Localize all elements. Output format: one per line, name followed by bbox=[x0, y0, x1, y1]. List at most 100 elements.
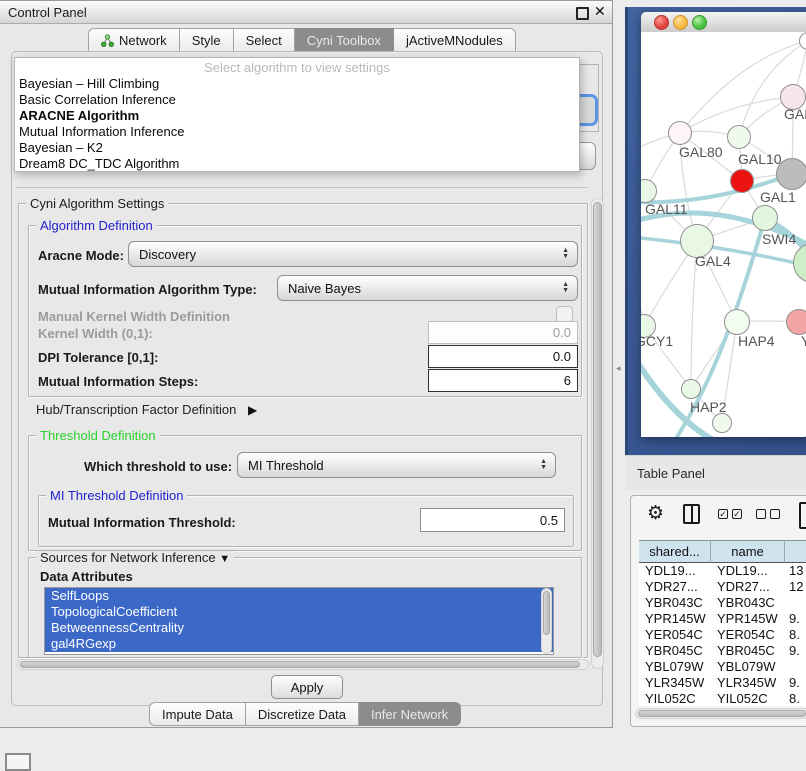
table-row[interactable]: YPR145W YPR145W 9. bbox=[639, 611, 806, 627]
table-row[interactable]: YDR27... YDR27... 12 bbox=[639, 579, 806, 595]
node-swi4[interactable] bbox=[752, 205, 778, 231]
cell-value: 8. bbox=[789, 627, 800, 642]
node-hap4[interactable] bbox=[724, 309, 750, 335]
hub-definition-expander[interactable]: Hub/Transcription Factor Definition ▶ bbox=[36, 402, 257, 417]
cell-name: YBL079W bbox=[717, 659, 776, 674]
node-label: GAL80 bbox=[679, 144, 723, 160]
node-bottom[interactable] bbox=[712, 413, 732, 433]
column-header-cut[interactable] bbox=[785, 540, 806, 563]
node-salmon[interactable] bbox=[786, 309, 806, 335]
tab-cyni-toolbox-label: Cyni Toolbox bbox=[307, 33, 381, 48]
cell-name: YDL19... bbox=[717, 563, 768, 578]
tab-select[interactable]: Select bbox=[234, 28, 295, 52]
deselect-checkbox-icon[interactable] bbox=[756, 509, 766, 519]
split-columns-icon[interactable] bbox=[683, 504, 700, 524]
minimize-traffic-light[interactable] bbox=[673, 15, 688, 30]
settings-vertical-scrollbar[interactable] bbox=[591, 198, 604, 669]
node-hap2[interactable] bbox=[681, 379, 701, 399]
tab-impute-data[interactable]: Impute Data bbox=[149, 702, 246, 726]
collapse-down-icon: ▼ bbox=[219, 553, 230, 565]
dpi-tolerance-field[interactable]: 0.0 bbox=[428, 345, 578, 368]
splitter-handle[interactable]: ◂ bbox=[616, 364, 621, 373]
close-traffic-light[interactable] bbox=[654, 15, 669, 30]
table-row[interactable]: YBR045C YBR045C 9. bbox=[639, 643, 806, 659]
threshold-definition-title: Threshold Definition bbox=[36, 429, 160, 442]
tab-infer-network[interactable]: Infer Network bbox=[359, 702, 461, 726]
manual-kernel-label: Manual Kernel Width Definition bbox=[38, 309, 230, 324]
tab-discretize-data[interactable]: Discretize Data bbox=[246, 702, 359, 726]
settings-vscroll-thumb[interactable] bbox=[593, 202, 602, 657]
select-all-checkbox-icon[interactable]: ✓ bbox=[718, 509, 728, 519]
list-item[interactable]: BetweennessCentrality bbox=[45, 620, 553, 636]
table-panel-header: Table Panel bbox=[625, 455, 806, 490]
node-gal10[interactable] bbox=[727, 125, 751, 149]
tab-network[interactable]: Network bbox=[88, 28, 180, 52]
dropdown-item[interactable]: Basic Correlation Inference bbox=[15, 92, 579, 108]
network-icon bbox=[101, 34, 114, 47]
node-label: GAL bbox=[784, 106, 806, 122]
close-window-icon[interactable]: ✕ bbox=[594, 3, 606, 20]
apply-button[interactable]: Apply bbox=[271, 675, 343, 699]
cell-name: YLR345W bbox=[717, 675, 776, 690]
cell-shared: YLR345W bbox=[645, 675, 704, 690]
control-panel-title: Control Panel bbox=[8, 5, 87, 20]
node-label: HAP4 bbox=[738, 333, 775, 349]
list-item[interactable]: SelfLoops bbox=[45, 588, 553, 604]
cell-name: YDR27... bbox=[717, 579, 770, 594]
table-row[interactable]: YDL19... YDL19... 13 bbox=[639, 563, 806, 579]
which-threshold-combo[interactable]: MI Threshold ▲▼ bbox=[237, 452, 556, 478]
node-gal80[interactable] bbox=[668, 121, 692, 145]
dropdown-item[interactable]: Dream8 DC_TDC Algorithm bbox=[15, 156, 579, 172]
table-row[interactable]: YBR043C YBR043C bbox=[639, 595, 806, 611]
list-item[interactable]: TopologicalCoefficient bbox=[45, 604, 553, 620]
dropdown-item-selected[interactable]: ARACNE Algorithm bbox=[15, 108, 579, 124]
tab-style[interactable]: Style bbox=[180, 28, 234, 52]
column-header-name[interactable]: name bbox=[711, 540, 785, 563]
table-row[interactable]: YBL079W YBL079W bbox=[639, 659, 806, 675]
gear-icon[interactable]: ⚙ bbox=[647, 504, 664, 523]
dropdown-item[interactable]: Bayesian – Hill Climbing bbox=[15, 76, 579, 92]
settings-horizontal-scrollbar[interactable] bbox=[17, 659, 589, 670]
aracne-mode-combo[interactable]: Discovery ▲▼ bbox=[128, 241, 578, 267]
sources-title: Sources for Network Inference bbox=[40, 550, 216, 565]
control-panel-titlebar: Control Panel ✕ bbox=[0, 1, 612, 24]
algorithm-definition-title: Algorithm Definition bbox=[36, 219, 157, 232]
screen: { "control_panel": { "title": "Control P… bbox=[0, 0, 806, 762]
tab-discretize-data-label: Discretize Data bbox=[258, 707, 346, 722]
which-threshold-value: MI Threshold bbox=[248, 458, 324, 473]
dropdown-item[interactable]: Mutual Information Inference bbox=[15, 124, 579, 140]
list-scrollbar[interactable] bbox=[541, 588, 552, 654]
kernel-width-field[interactable]: 0.0 bbox=[428, 321, 578, 344]
mi-threshold-field[interactable]: 0.5 bbox=[420, 508, 565, 532]
network-view-window[interactable]: GAL GAL80 GAL10 GAL1 GAL11 SWI4 GAL4 GCY… bbox=[641, 12, 806, 437]
network-window-titlebar[interactable] bbox=[641, 12, 806, 33]
network-canvas[interactable]: GAL GAL80 GAL10 GAL1 GAL11 SWI4 GAL4 GCY… bbox=[641, 32, 806, 437]
mi-steps-field[interactable]: 6 bbox=[428, 369, 578, 392]
sources-collapser[interactable]: Sources for Network Inference ▼ bbox=[36, 551, 234, 566]
table-row[interactable]: YER054C YER054C 8. bbox=[639, 627, 806, 643]
zoom-traffic-light[interactable] bbox=[692, 15, 707, 30]
deselect-checkbox-icon2[interactable] bbox=[770, 509, 780, 519]
float-window-icon[interactable] bbox=[576, 7, 589, 20]
dpi-tolerance-label: DPI Tolerance [0,1]: bbox=[38, 350, 158, 365]
minimized-panel-icon[interactable] bbox=[5, 753, 31, 771]
table-hscroll-thumb[interactable] bbox=[638, 710, 806, 717]
combo-stepper-icon: ▲▼ bbox=[562, 282, 569, 294]
tab-jactivemnodules[interactable]: jActiveMNodules bbox=[394, 28, 516, 52]
select-all-checkbox-icon2[interactable]: ✓ bbox=[732, 509, 742, 519]
table-row[interactable]: YIL052C YIL052C 8. bbox=[639, 691, 806, 706]
dropdown-prompt: Select algorithm to view settings bbox=[15, 60, 579, 76]
column-header-shared[interactable]: shared... bbox=[639, 540, 711, 563]
tab-cyni-toolbox[interactable]: Cyni Toolbox bbox=[295, 28, 394, 52]
list-scrollbar-thumb[interactable] bbox=[543, 591, 550, 635]
node-gal1-selected[interactable] bbox=[730, 169, 754, 193]
table-row[interactable]: YLR345W YLR345W 9. bbox=[639, 675, 806, 691]
list-item[interactable]: gal4RGexp bbox=[45, 636, 553, 652]
tab-style-label: Style bbox=[192, 33, 221, 48]
table-horizontal-scrollbar[interactable] bbox=[635, 708, 806, 719]
tab-jactivemnodules-label: jActiveMNodules bbox=[406, 33, 503, 48]
settings-hscroll-thumb[interactable] bbox=[20, 661, 580, 668]
mi-type-combo[interactable]: Naive Bayes ▲▼ bbox=[277, 275, 578, 301]
new-table-icon[interactable] bbox=[799, 502, 806, 529]
dropdown-item[interactable]: Bayesian – K2 bbox=[15, 140, 579, 156]
